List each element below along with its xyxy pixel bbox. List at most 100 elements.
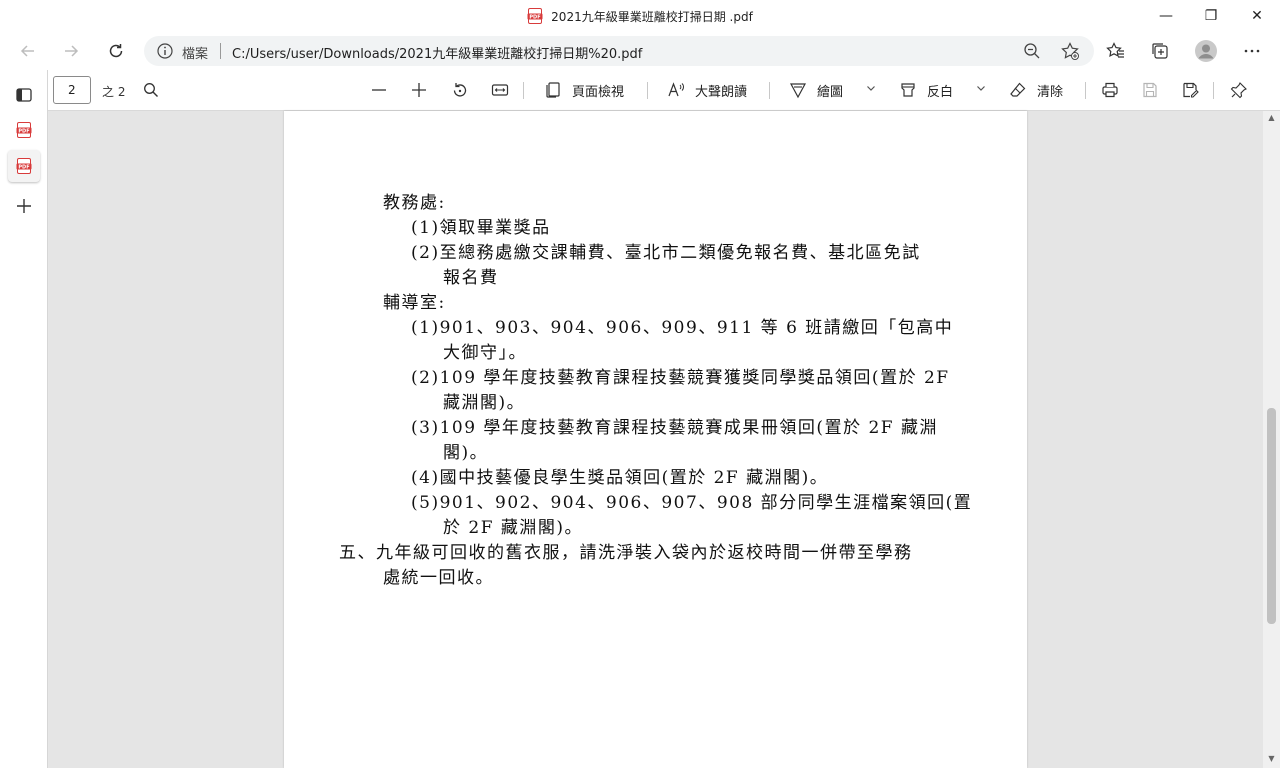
toolbar-separator <box>769 82 770 99</box>
title-bar: PDF 2021九年級畢業班離校打掃日期 .pdf — ❐ ✕ <box>0 0 1280 32</box>
tab-actions-button[interactable] <box>8 79 40 111</box>
plus-icon <box>17 199 31 213</box>
settings-menu-button[interactable] <box>1236 35 1268 67</box>
pin-icon <box>1230 82 1247 99</box>
highlight-button[interactable]: 反白 <box>899 79 953 101</box>
erase-button[interactable]: 清除 <box>1009 79 1063 101</box>
close-button[interactable]: ✕ <box>1234 0 1280 32</box>
fit-to-width-button[interactable] <box>491 79 519 101</box>
save-disabled-icon <box>1143 82 1157 98</box>
doc-line: 大御守」。 <box>443 343 527 363</box>
scrollbar-thumb[interactable] <box>1267 408 1276 624</box>
rotate-icon <box>453 83 467 97</box>
vertical-scrollbar[interactable]: ▲ ▼ <box>1263 111 1280 768</box>
tab-pdf-2-active[interactable]: PDF <box>8 150 40 182</box>
doc-line: 藏淵閣)。 <box>443 393 526 413</box>
window-title-area: PDF 2021九年級畢業班離校打掃日期 .pdf <box>0 0 1280 32</box>
zoom-in-button[interactable] <box>411 79 437 101</box>
read-aloud-icon <box>668 82 684 97</box>
vertical-tab-rail: PDF PDF <box>0 70 48 768</box>
favorites-list-icon <box>1106 42 1124 58</box>
highlight-label: 反白 <box>927 84 954 100</box>
doc-line: 報名費 <box>443 268 499 288</box>
print-button[interactable] <box>1101 79 1129 101</box>
forward-button[interactable] <box>55 35 87 67</box>
pdf-page[interactable]: 教務處: (1)領取畢業獎品 (2)至總務處繳交課輔費、臺北市二類優免報名費、基… <box>284 111 1027 768</box>
doc-line: 輔導室: <box>383 293 446 313</box>
toolbar-separator <box>1213 82 1214 99</box>
plus-icon <box>412 83 426 97</box>
doc-line: 教務處: <box>383 193 446 213</box>
save-as-button[interactable] <box>1181 79 1209 101</box>
printer-icon <box>1102 82 1118 98</box>
draw-button[interactable]: 繪圖 <box>789 79 843 101</box>
url-text[interactable]: C:/Users/user/Downloads/2021九年級畢業班離校打掃日期… <box>232 43 642 62</box>
more-icon <box>1244 49 1260 53</box>
rotate-button[interactable] <box>451 79 479 101</box>
favorites-button[interactable] <box>1100 35 1132 67</box>
collections-icon <box>1152 43 1168 59</box>
doc-line: (3)109 學年度技藝教育課程技藝競賽成果冊領回(置於 2F 藏淵 <box>411 418 938 438</box>
doc-line: 閣)。 <box>443 443 489 463</box>
info-icon[interactable] <box>156 42 174 60</box>
site-info-label[interactable]: 檔案 <box>182 43 208 62</box>
svg-text:PDF: PDF <box>18 164 29 170</box>
refresh-button[interactable] <box>100 35 132 67</box>
erase-label: 清除 <box>1037 84 1064 100</box>
zoom-out-button[interactable] <box>371 79 397 101</box>
chevron-down-icon[interactable] <box>866 83 876 93</box>
pdf-file-icon: PDF <box>16 158 32 174</box>
doc-line: 於 2F 藏淵閣)。 <box>443 518 584 538</box>
toolbar-separator <box>523 82 524 99</box>
minus-icon <box>372 89 386 91</box>
highlight-icon <box>901 83 915 97</box>
new-tab-button[interactable] <box>8 190 40 222</box>
pin-toolbar-button[interactable] <box>1230 79 1258 101</box>
refresh-icon <box>109 44 123 58</box>
page-view-button[interactable]: 頁面檢視 <box>544 79 624 101</box>
doc-line: (2)109 學年度技藝教育課程技藝競賽獲獎同學獎品領回(置於 2F <box>411 368 950 388</box>
address-bar[interactable]: 檔案 C:/Users/user/Downloads/2021九年級畢業班離校打… <box>144 36 1094 66</box>
find-button[interactable] <box>143 79 169 101</box>
tab-pdf-1[interactable]: PDF <box>8 114 40 146</box>
profile-button[interactable] <box>1190 35 1222 67</box>
browser-window: PDF 2021九年級畢業班離校打掃日期 .pdf — ❐ ✕ 檔案 C:/Us… <box>0 0 1280 768</box>
doc-line: (1)領取畢業獎品 <box>411 218 551 238</box>
page-view-icon <box>546 82 560 98</box>
svg-text:PDF: PDF <box>18 128 29 134</box>
toolbar-separator <box>647 82 648 99</box>
window-title: 2021九年級畢業班離校打掃日期 .pdf <box>551 9 753 24</box>
save-button[interactable] <box>1141 79 1169 101</box>
add-favorite-icon[interactable] <box>1060 41 1080 61</box>
page-view-label: 頁面檢視 <box>572 84 625 100</box>
arrow-left-icon <box>20 45 34 57</box>
doc-line: 處統一回收。 <box>383 568 494 588</box>
address-separator <box>220 43 221 59</box>
page-number-input[interactable]: 2 <box>53 76 91 104</box>
arrow-right-icon <box>65 45 79 57</box>
avatar-icon <box>1195 40 1217 62</box>
minimize-button[interactable]: — <box>1143 0 1189 32</box>
scroll-down-arrow[interactable]: ▼ <box>1267 754 1276 763</box>
restore-button[interactable]: ❐ <box>1188 0 1234 32</box>
read-aloud-label: 大聲朗讀 <box>695 84 748 100</box>
eraser-icon <box>1010 82 1026 97</box>
doc-line: (2)至總務處繳交課輔費、臺北市二類優免報名費、基北區免試 <box>411 243 921 263</box>
draw-icon <box>789 83 807 99</box>
pdf-viewer-area[interactable]: 教務處: (1)領取畢業獎品 (2)至總務處繳交課輔費、臺北市二類優免報名費、基… <box>49 111 1263 768</box>
read-aloud-button[interactable]: 大聲朗讀 <box>667 79 747 101</box>
collections-button[interactable] <box>1144 35 1176 67</box>
chevron-down-icon[interactable] <box>976 83 986 93</box>
pdf-file-icon: PDF <box>527 8 543 24</box>
fit-width-icon <box>491 84 509 96</box>
scroll-up-arrow[interactable]: ▲ <box>1267 113 1276 122</box>
save-as-icon <box>1183 82 1199 98</box>
zoom-out-icon[interactable] <box>1022 41 1042 61</box>
total-pages-label: 之 2 <box>102 85 126 99</box>
toolbar-separator <box>1085 82 1086 99</box>
navigation-bar: 檔案 C:/Users/user/Downloads/2021九年級畢業班離校打… <box>0 32 1280 70</box>
back-button[interactable] <box>12 35 44 67</box>
doc-line: (4)國中技藝優良學生獎品領回(置於 2F 藏淵閣)。 <box>411 468 829 488</box>
doc-line: (1)901、903、904、906、909、911 等 6 班請繳回「包高中 <box>411 318 954 338</box>
doc-line: (5)901、902、904、906、907、908 部分同學生涯檔案領回(置 <box>411 493 973 513</box>
